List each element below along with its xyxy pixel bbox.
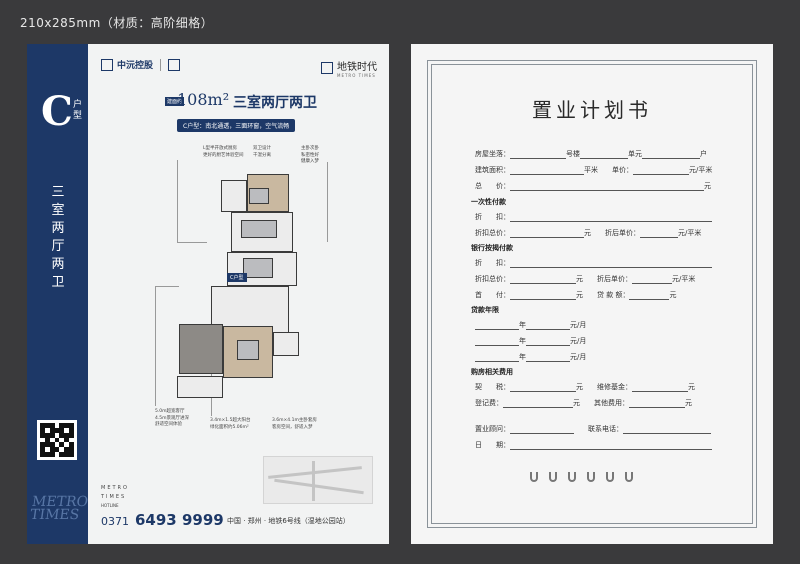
logo-mark-icon [101,58,113,71]
row-deed-tax: 契 税：元维修基金：元 [475,383,695,392]
note-balcony: 3.4m×1.5超大阳台 绿化面积约5.06m² [210,418,251,430]
unit-rooms: 三室两厅两卫 [233,95,317,111]
developer-logo: 中沅控股 [101,58,181,71]
row-consultant: 置业顾问： 联系电话： [475,424,711,434]
side-band: C 户型 三室两厅两卫 METRO TIMES [27,44,90,544]
master-bath [273,332,299,356]
brand-logo-icon [567,472,577,486]
unit-sub: 户型 [73,100,83,121]
qr-pattern [40,423,74,457]
study [179,324,223,374]
note-master: 3.6m×4.1m主卧套房 客房空间，舒适入梦 [272,418,317,430]
row-discount-2: 折 扣： [475,258,712,268]
balcony [177,376,223,398]
metro-times-en: METRO TIMES [101,485,129,500]
row-date: 日 期： [475,440,712,450]
floor-plan [177,172,307,402]
hotline-phone: 0371 6493 9999 [101,511,224,529]
row-term-2: 年元/月 [475,336,586,346]
anniversary-mark-icon [168,58,181,71]
brand-logo-icon [548,472,558,486]
section-fees: 购房相关费用 [471,368,513,376]
brand-logo-icon [624,472,634,486]
row-area: 建筑面积： 平米 单价： 元/平米 [475,166,713,175]
row-discount-1: 折 扣： [475,212,712,222]
row-registration: 登记费：元其他费用：元 [475,399,692,408]
project-logo: 地铁时代 METRO TIMES [321,58,377,78]
dining-table-icon [241,220,277,238]
unit-tagline: C户型：南北通透，三面环窗，空气流畅 [177,119,296,132]
location-map [263,456,373,504]
brand-logo-icon [605,472,615,486]
row-discount-total-2: 折扣总价：元折后单价： 元/平米 [475,275,696,284]
plan-label: C户型 [227,273,247,282]
section-lump-sum: 一次性付款 [471,198,506,206]
row-down-payment: 首 付：元贷 款 额：元 [475,291,677,300]
note-bath: 双卫设计 干湿分离 [253,146,271,158]
bed-icon [249,188,269,204]
kitchen [221,180,247,212]
master-bed-icon [237,340,259,360]
project-mark-icon [321,62,333,74]
sheet-title: 置业计划书 [532,98,652,122]
note-kitchen: L型半开放式厨房 更好的厨艺体验空间 [203,146,244,158]
brand-logo-icon [529,472,539,486]
unit-letter: C [41,88,73,135]
row-location: 房屋坐落： 号楼 单元户 [475,150,707,159]
metro-deco-lettering: METRO TIMES [29,494,90,523]
qr-code [37,420,77,460]
brand-logo-icon [586,472,596,486]
brand-logos [529,472,634,486]
hotline-label: HOTLINE [101,503,119,508]
address: 中国 · 郑州 · 地铁6号线（湿地公园站） [227,517,350,525]
row-term-3: 年元/月 [475,352,586,362]
spec-caption: 210x285mm（材质：高阶细格） [20,16,214,30]
sofa-icon [243,258,273,278]
section-loan-term: 贷款年限 [471,306,499,314]
note-bedroom: 主卧次卧 私密性好 健康入梦 [301,146,319,164]
unit-area: 108m² [177,90,230,109]
row-total: 总 价：元 [475,182,711,191]
band-rooms-text: 三室两厅两卫 [51,185,65,290]
row-term-1: 年元/月 [475,320,586,330]
row-discount-total-1: 折扣总价：元折后单价： 元/平米 [475,229,702,238]
purchase-plan-sheet: 置业计划书 房屋坐落： 号楼 单元户 建筑面积： 平米 单价： 元/平米 总 价：元 一次… [411,44,773,544]
floorplan-flyer: C 户型 三室两厅两卫 METRO TIMES 中沅控股 地铁时代 METRO … [27,44,389,544]
section-mortgage: 银行按揭付款 [471,244,513,252]
note-living: 5.0m超宽客厅 4.5m景观厅进深 舒适空间体验 [155,409,190,427]
